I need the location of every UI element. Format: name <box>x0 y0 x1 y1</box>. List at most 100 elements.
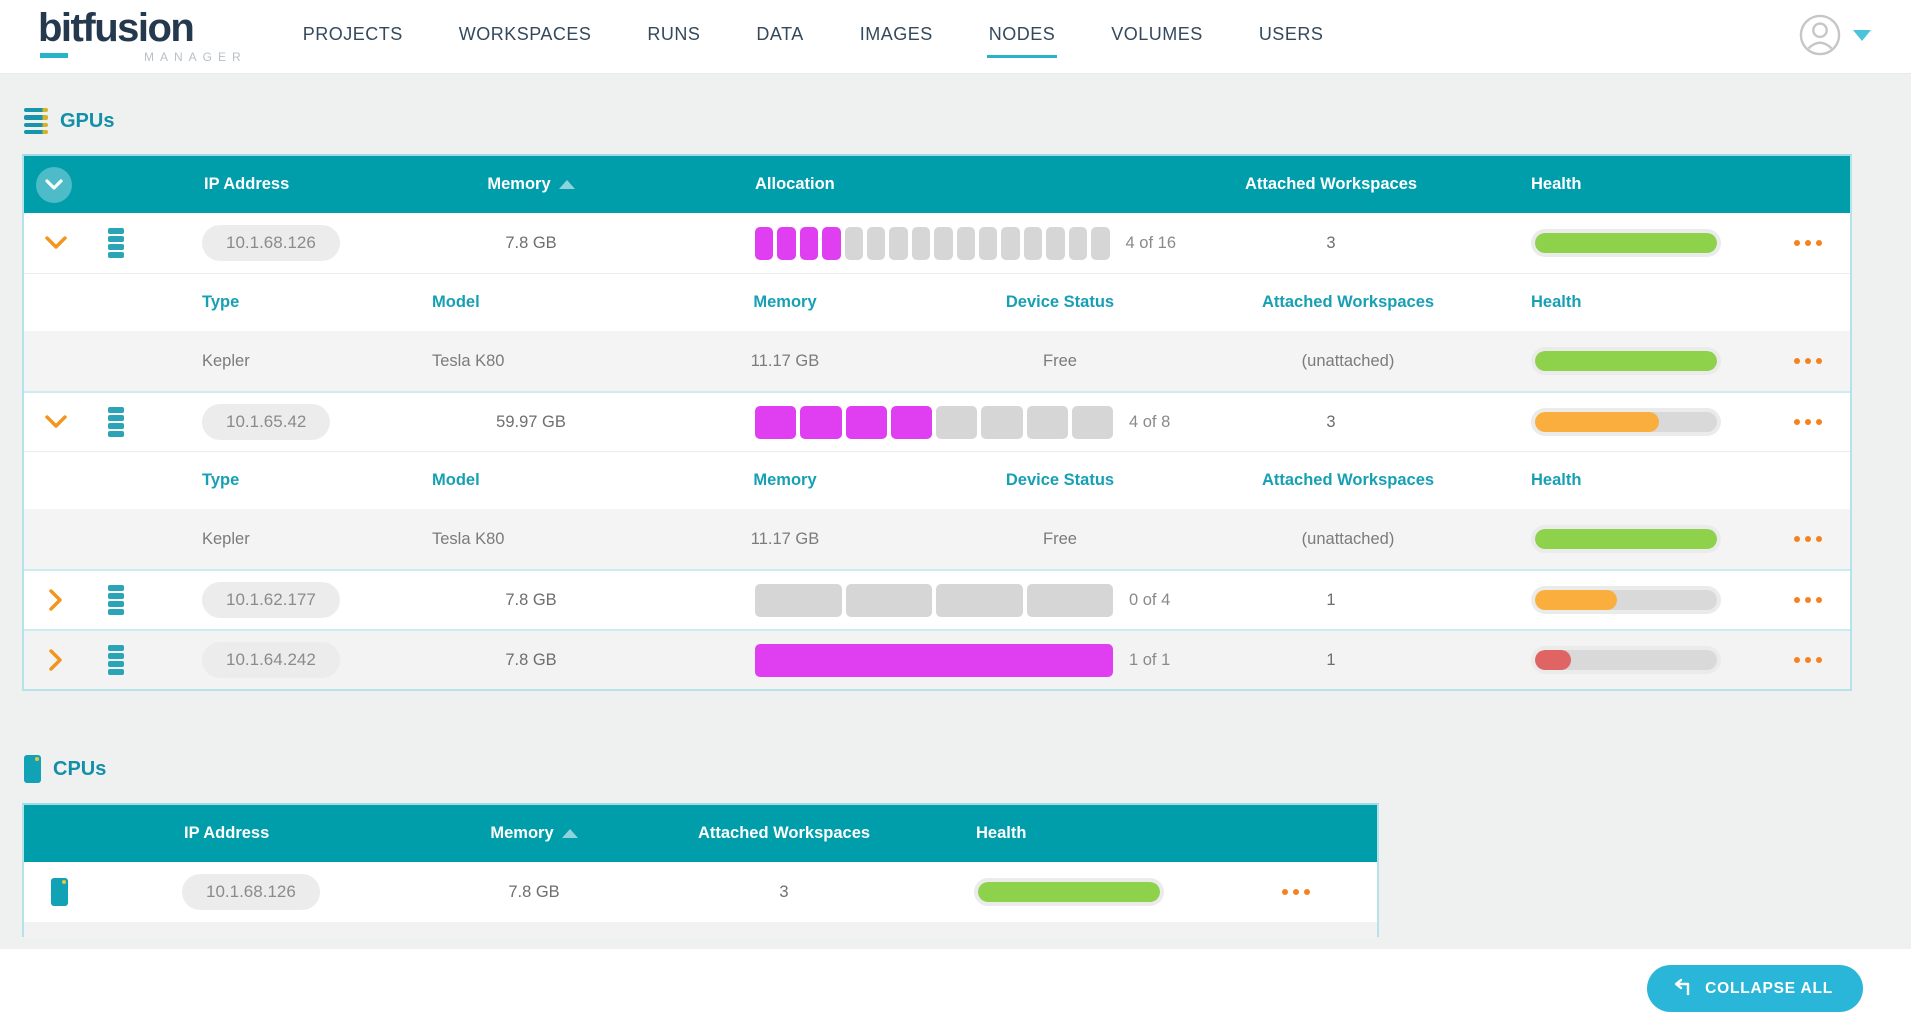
nav-images[interactable]: IMAGES <box>858 16 935 58</box>
node-icon <box>108 228 124 258</box>
subcol-device-status: Device Status <box>910 471 1210 490</box>
device-model: Tesla K80 <box>410 530 660 549</box>
cpu-node-icon <box>51 878 68 906</box>
gpu-row: 10.1.62.177 7.8 GB 0 of 4 1 <box>24 569 1850 629</box>
nav-workspaces[interactable]: WORKSPACES <box>457 16 594 58</box>
health-bar <box>1486 347 1766 375</box>
row-actions-button[interactable] <box>1766 536 1850 542</box>
row-actions-button[interactable] <box>1214 889 1377 895</box>
allocation-cell: 1 of 1 <box>636 644 1176 677</box>
workspaces-count: 1 <box>1176 591 1486 610</box>
nav-nodes[interactable]: NODES <box>987 16 1058 58</box>
memory-value: 7.8 GB <box>426 651 636 670</box>
subcol-model: Model <box>410 471 660 490</box>
brand-name: bitfusion <box>38 9 247 47</box>
memory-value: 7.8 GB <box>424 883 644 902</box>
workspaces-count: 3 <box>644 883 924 902</box>
allocation-bar <box>755 644 1113 677</box>
gpus-section: GPUs IP Address Memory Allocation Attach… <box>0 108 1911 691</box>
expand-row-button[interactable] <box>24 589 88 611</box>
device-workspaces: (unattached) <box>1210 352 1486 371</box>
gpu-subtable-header: Type Model Memory Device Status Attached… <box>24 273 1850 331</box>
gpus-section-title: GPUs <box>24 108 1911 134</box>
device-type: Kepler <box>180 352 410 371</box>
cpus-section: CPUs IP Address Memory Attached Workspac… <box>0 755 1911 937</box>
col-memory-sortable[interactable]: Memory <box>426 175 636 194</box>
allocation-bar <box>755 584 1113 617</box>
gpu-subtable-header: Type Model Memory Device Status Attached… <box>24 451 1850 509</box>
memory-value: 7.8 GB <box>426 591 636 610</box>
gpu-row: 10.1.68.126 7.8 GB 4 of 16 3 <box>24 213 1850 273</box>
row-actions-button[interactable] <box>1766 358 1850 364</box>
gpu-row: 10.1.64.242 7.8 GB 1 of 1 1 <box>24 629 1850 689</box>
memory-value: 59.97 GB <box>426 413 636 432</box>
sort-asc-icon <box>559 180 575 189</box>
device-memory: 11.17 GB <box>660 530 910 549</box>
user-menu[interactable] <box>1799 14 1871 56</box>
gpus-table: IP Address Memory Allocation Attached Wo… <box>22 154 1852 691</box>
allocation-label: 4 of 8 <box>1129 413 1170 432</box>
collapse-all-rows-button[interactable] <box>36 167 72 203</box>
col-memory-sortable[interactable]: Memory <box>424 824 644 843</box>
row-actions-button[interactable] <box>1766 419 1850 425</box>
expand-row-button[interactable] <box>24 649 88 671</box>
workspaces-count: 3 <box>1176 234 1486 253</box>
node-icon <box>108 645 124 675</box>
subcol-attached-workspaces: Attached Workspaces <box>1210 293 1486 312</box>
allocation-cell: 4 of 16 <box>636 227 1176 260</box>
chevron-right-icon <box>49 649 63 671</box>
allocation-bar <box>755 227 1110 260</box>
sort-asc-icon <box>562 829 578 838</box>
collapse-all-button[interactable]: COLLAPSE ALL <box>1647 965 1863 1012</box>
brand-logo[interactable]: bitfusion MANAGER <box>38 9 247 64</box>
subcol-type: Type <box>180 293 410 312</box>
nav-runs[interactable]: RUNS <box>645 16 702 58</box>
chevron-right-icon <box>49 589 63 611</box>
subcol-type: Type <box>180 471 410 490</box>
brand-subtitle: MANAGER <box>38 50 247 64</box>
col-attached-workspaces: Attached Workspaces <box>1176 175 1486 194</box>
device-workspaces: (unattached) <box>1210 530 1486 549</box>
brand-accent-bar <box>40 53 68 58</box>
nav-users[interactable]: USERS <box>1257 16 1326 58</box>
col-allocation: Allocation <box>636 175 1176 194</box>
row-actions-button[interactable] <box>1766 657 1850 663</box>
footer-bar: COLLAPSE ALL <box>0 949 1911 1027</box>
row-actions-button[interactable] <box>1766 240 1850 246</box>
gpus-icon <box>24 108 48 134</box>
health-bar <box>1486 229 1766 257</box>
row-actions-button[interactable] <box>1766 597 1850 603</box>
node-icon <box>108 407 124 437</box>
nav-volumes[interactable]: VOLUMES <box>1109 16 1205 58</box>
nav-data[interactable]: DATA <box>754 16 805 58</box>
cpus-table: IP Address Memory Attached Workspaces He… <box>22 803 1379 937</box>
nav-projects[interactable]: PROJECTS <box>301 16 405 58</box>
cpu-row-partial <box>24 922 1377 937</box>
subcol-model: Model <box>410 293 660 312</box>
subcol-health: Health <box>1486 293 1766 312</box>
health-bar <box>1486 586 1766 614</box>
device-type: Kepler <box>180 530 410 549</box>
subcol-memory: Memory <box>660 471 910 490</box>
col-health: Health <box>924 824 1214 843</box>
main-nav: PROJECTS WORKSPACES RUNS DATA IMAGES NOD… <box>301 16 1326 58</box>
chevron-down-icon <box>45 236 67 250</box>
allocation-cell: 0 of 4 <box>636 584 1176 617</box>
chevron-down-icon <box>45 179 63 191</box>
workspaces-count: 1 <box>1176 651 1486 670</box>
col-attached-workspaces: Attached Workspaces <box>644 824 924 843</box>
subcol-health: Health <box>1486 471 1766 490</box>
ip-address-pill: 10.1.68.126 <box>182 874 320 910</box>
health-bar <box>1486 525 1766 553</box>
chevron-down-icon <box>1853 30 1871 41</box>
collapse-all-label: COLLAPSE ALL <box>1705 980 1833 998</box>
collapse-row-button[interactable] <box>24 236 88 250</box>
gpus-title: GPUs <box>60 110 114 133</box>
gpu-device-row: Kepler Tesla K80 11.17 GB Free (unattach… <box>24 331 1850 391</box>
health-bar <box>924 878 1214 906</box>
cpus-icon <box>24 755 41 783</box>
collapse-row-button[interactable] <box>24 415 88 429</box>
col-ip-address: IP Address <box>94 824 424 843</box>
cpus-section-title: CPUs <box>24 755 1911 783</box>
ip-address-pill: 10.1.62.177 <box>202 582 340 618</box>
